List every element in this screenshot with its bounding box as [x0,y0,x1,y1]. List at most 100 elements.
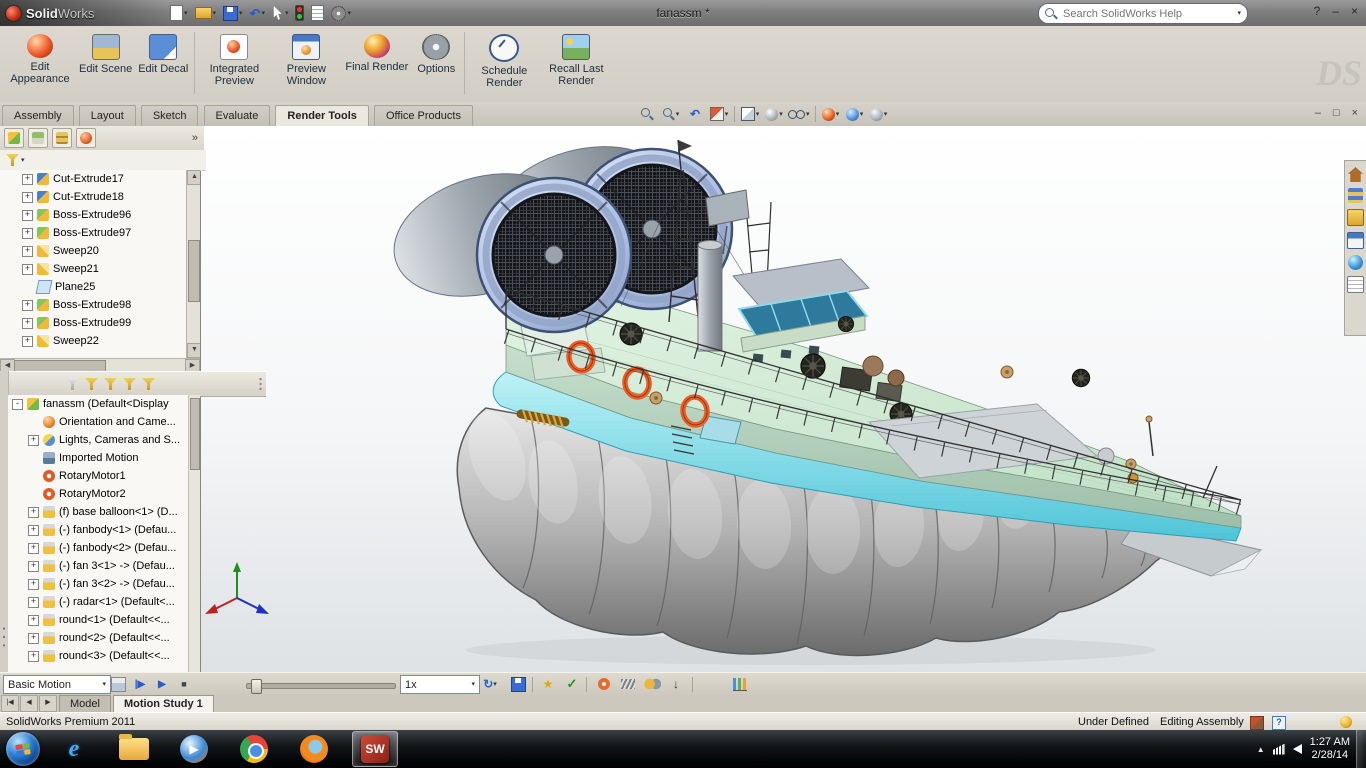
calculate-button[interactable] [108,675,128,693]
help-panel-icon[interactable]: ? [1272,716,1286,730]
motion-tree-item[interactable]: RotaryMotor2 [8,485,200,503]
tree-item[interactable]: +Boss-Extrude98 [0,296,200,314]
edit-decal-button[interactable]: Edit Decal [135,30,191,79]
previous-tab-button[interactable]: ◀ [20,695,38,712]
filter-driving-icon[interactable] [104,378,117,390]
expand-icon[interactable]: + [22,210,33,221]
internet-explorer-button[interactable]: e [52,732,96,766]
file-explorer-icon[interactable] [1347,209,1364,226]
scroll-down-button[interactable]: ▼ [187,343,200,358]
panel-overflow-chevron[interactable]: » [192,132,198,144]
expand-icon[interactable]: + [28,651,39,662]
results-plots-button[interactable] [730,675,750,693]
contact-button[interactable] [642,675,662,693]
next-tab-button[interactable]: ▶ [39,695,57,712]
windows-explorer-button[interactable] [112,732,156,766]
scroll-thumb[interactable] [190,398,200,470]
first-tab-button[interactable]: |◀ [1,695,19,712]
help-button[interactable]: ? [1314,4,1321,18]
featuremanager-tab[interactable] [4,128,24,148]
scroll-thumb[interactable] [188,240,200,302]
media-player-button[interactable]: ▶ [172,732,216,766]
display-style-button[interactable]: ▾ [763,104,785,124]
expand-icon[interactable]: + [22,174,33,185]
edit-scene-button[interactable]: Edit Scene [76,30,135,79]
motion-tree-item[interactable]: +(-) fanbody<1> (Defau... [8,521,200,539]
animation-wizard-button[interactable]: ★ [538,675,558,693]
hovercraft-model[interactable] [201,126,1366,672]
play-from-start-button[interactable]: |▶ [130,675,150,693]
tab-sketch[interactable]: Sketch [141,105,199,126]
resources-home-icon[interactable] [1348,167,1363,182]
tree-item[interactable]: +Boss-Extrude96 [0,206,200,224]
firefox-button[interactable] [292,732,336,766]
tab-motion-study-1[interactable]: Motion Study 1 [113,695,214,712]
motion-tree-item[interactable]: +(-) fanbody<2> (Defau... [8,539,200,557]
fan-front[interactable] [477,178,631,332]
configurationmanager-tab[interactable] [52,128,72,148]
motion-tree-item[interactable]: +round<1> (Default<<... [8,611,200,629]
chrome-button[interactable] [232,732,276,766]
tree-item[interactable]: +Sweep22 [0,332,200,350]
tab-model[interactable]: Model [59,695,111,712]
tower[interactable] [698,241,722,352]
final-render-button[interactable]: Final Render [342,30,411,77]
doc-close-button[interactable]: × [1352,107,1358,119]
undo-button[interactable]: ↶▾ [248,3,267,23]
expand-icon[interactable]: + [28,435,39,446]
expand-icon[interactable]: + [28,633,39,644]
calculate-motion-button[interactable]: ✓ [562,675,582,693]
tree-item[interactable]: Plane25 [0,278,200,296]
propertymanager-tab[interactable] [28,128,48,148]
collapse-icon[interactable]: - [12,399,23,410]
tree-item[interactable]: +Sweep20 [0,242,200,260]
motion-tree-item[interactable]: +(-) fan 3<1> -> (Defau... [8,557,200,575]
options-button[interactable]: ▾ [329,3,353,23]
solidworks-taskbar-button[interactable]: SW [352,731,398,767]
tab-evaluate[interactable]: Evaluate [204,105,271,126]
graphics-viewport[interactable] [200,126,1366,672]
motor-button[interactable] [594,675,614,693]
tab-render-tools[interactable]: Render Tools [275,105,368,126]
motion-tree-item[interactable]: Orientation and Came... [8,413,200,431]
view-orientation-button[interactable]: ▾ [739,104,761,124]
help-search-box[interactable]: ▾ [1038,3,1248,24]
tree-item[interactable]: +Boss-Extrude97 [0,224,200,242]
tab-office-products[interactable]: Office Products [374,105,473,126]
motion-tree-item[interactable]: +round<3> (Default<<... [8,647,200,665]
expand-icon[interactable]: + [22,318,33,329]
no-filter-icon[interactable] [66,378,79,390]
feature-tree-scrollbar[interactable]: ▲ ▼ [186,170,200,358]
filter-selected-icon[interactable] [123,378,136,390]
motion-tree-item[interactable]: +(-) fan 3<2> -> (Defau... [8,575,200,593]
expand-icon[interactable]: + [28,507,39,518]
expand-icon[interactable]: + [28,579,39,590]
preview-window-button[interactable]: Preview Window [270,30,342,91]
expand-icon[interactable]: + [28,543,39,554]
motion-tree-item[interactable]: +Lights, Cameras and S... [8,431,200,449]
doc-minimize-button[interactable]: – [1315,107,1321,119]
splitter-grip[interactable] [258,377,263,391]
timeline-slider[interactable] [246,683,396,689]
recall-last-render-button[interactable]: Recall Last Render [540,30,612,91]
filter-animated-icon[interactable] [85,378,98,390]
motion-tree-item[interactable]: +(f) base balloon<1> (D... [8,503,200,521]
dropdown-caret[interactable]: ▾ [21,157,25,164]
scroll-up-button[interactable]: ▲ [187,170,200,185]
motion-tree-item[interactable]: RotaryMotor1 [8,467,200,485]
expand-icon[interactable]: + [28,561,39,572]
play-button[interactable]: ▶ [152,675,172,693]
expand-icon[interactable]: + [28,597,39,608]
rebuild-button[interactable] [293,3,306,23]
playback-speed-dropdown[interactable]: 1x ▾ [400,675,480,694]
search-dropdown-caret[interactable]: ▾ [1237,10,1241,17]
playback-mode-button[interactable]: ↻▾ [480,675,500,693]
timeline-thumb[interactable] [251,679,262,694]
custom-properties-icon[interactable] [1347,276,1364,293]
search-input[interactable] [1061,7,1233,21]
volume-icon[interactable] [1293,744,1302,754]
view-palette-icon[interactable] [1347,232,1364,249]
motion-tree-item[interactable]: +(-) radar<1> (Default<... [8,593,200,611]
tab-layout[interactable]: Layout [79,105,136,126]
tree-item[interactable]: +Sweep21 [0,260,200,278]
